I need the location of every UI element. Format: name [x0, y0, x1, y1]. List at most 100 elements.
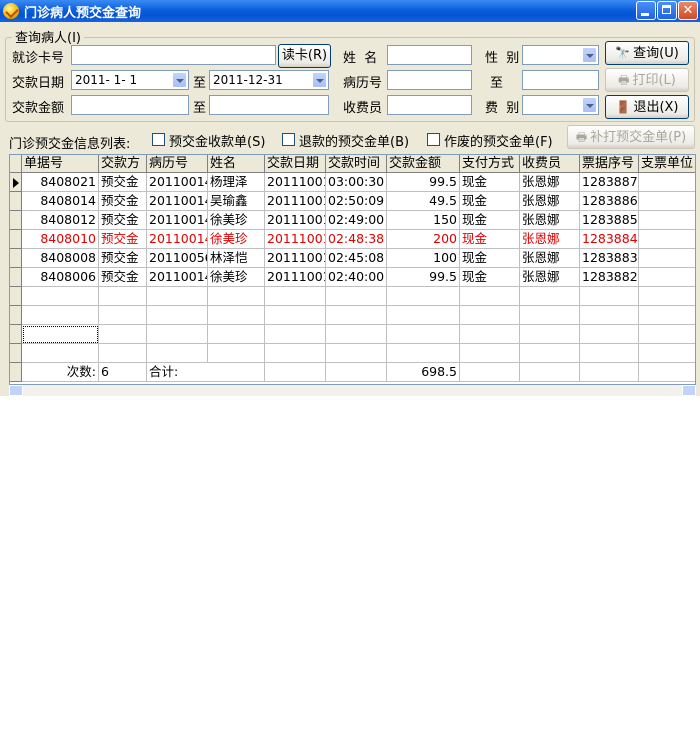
gender-select[interactable]: [522, 45, 599, 65]
empty-cell[interactable]: [265, 325, 326, 344]
table-cell[interactable]: 张恩娜: [520, 211, 580, 230]
reprint-button[interactable]: 🖶 补打预交金单(P): [567, 125, 695, 149]
table-cell[interactable]: 预交金: [99, 211, 147, 230]
table-cell[interactable]: 20111001: [265, 268, 326, 287]
table-cell[interactable]: 林泽恺: [208, 249, 265, 268]
empty-cell[interactable]: [147, 287, 208, 306]
table-cell[interactable]: 20111001: [265, 211, 326, 230]
empty-cell[interactable]: [639, 363, 695, 382]
row-indicator[interactable]: [10, 249, 22, 268]
chevron-down-icon[interactable]: [172, 72, 187, 88]
record-to-input[interactable]: [522, 70, 599, 90]
table-cell[interactable]: 张恩娜: [520, 230, 580, 249]
empty-cell[interactable]: [387, 325, 460, 344]
empty-cell[interactable]: [208, 306, 265, 325]
empty-cell[interactable]: [265, 306, 326, 325]
amount-from-input[interactable]: [71, 95, 189, 115]
empty-cell[interactable]: [326, 344, 387, 363]
table-cell[interactable]: [639, 230, 695, 249]
table-cell[interactable]: 03:00:30: [326, 173, 387, 192]
empty-cell[interactable]: [326, 287, 387, 306]
table-cell[interactable]: 1283883: [580, 249, 639, 268]
empty-cell[interactable]: [639, 344, 695, 363]
table-cell[interactable]: 20111001: [265, 249, 326, 268]
table-cell[interactable]: 02:40:00: [326, 268, 387, 287]
close-button[interactable]: ✕: [678, 1, 698, 20]
table-cell[interactable]: [639, 211, 695, 230]
empty-cell[interactable]: [326, 325, 387, 344]
empty-cell[interactable]: [22, 306, 99, 325]
table-cell[interactable]: 8408021: [22, 173, 99, 192]
empty-cell[interactable]: [265, 363, 326, 382]
filter-prepay-checkbox[interactable]: [152, 133, 165, 146]
table-cell[interactable]: 1283887: [580, 173, 639, 192]
table-cell[interactable]: 吴瑜鑫: [208, 192, 265, 211]
table-cell[interactable]: 20111001: [265, 230, 326, 249]
name-input[interactable]: [387, 45, 472, 65]
table-cell[interactable]: 99.5: [387, 268, 460, 287]
empty-cell[interactable]: [580, 363, 639, 382]
empty-cell[interactable]: [22, 344, 99, 363]
empty-cell[interactable]: [520, 306, 580, 325]
table-cell[interactable]: 现金: [460, 230, 520, 249]
prepayment-grid[interactable]: 单据号 交款方 病历号 姓名 交款日期 交款时间 交款金额 支付方式 收费员 票…: [9, 154, 696, 385]
empty-cell[interactable]: [99, 287, 147, 306]
table-cell[interactable]: 20110014: [147, 268, 208, 287]
search-button[interactable]: 🔭 查询(U): [605, 41, 689, 65]
col-header[interactable]: 交款金额: [387, 155, 460, 173]
empty-cell[interactable]: [326, 306, 387, 325]
empty-cell[interactable]: [520, 344, 580, 363]
col-header[interactable]: 支票单位: [639, 155, 695, 173]
table-cell[interactable]: 99.5: [387, 173, 460, 192]
empty-cell[interactable]: [580, 287, 639, 306]
filter-refund-checkbox[interactable]: [282, 133, 295, 146]
row-indicator[interactable]: [10, 268, 22, 287]
table-cell[interactable]: 预交金: [99, 173, 147, 192]
row-indicator[interactable]: [10, 306, 22, 325]
row-indicator[interactable]: [10, 363, 22, 382]
minimize-button[interactable]: [636, 1, 656, 20]
chevron-down-icon[interactable]: [582, 97, 597, 113]
empty-cell[interactable]: [639, 306, 695, 325]
table-cell[interactable]: 预交金: [99, 268, 147, 287]
table-cell[interactable]: 02:50:09: [326, 192, 387, 211]
table-cell[interactable]: 20110014: [147, 173, 208, 192]
empty-cell[interactable]: [147, 306, 208, 325]
empty-cell[interactable]: [99, 306, 147, 325]
table-cell[interactable]: 20110014: [147, 192, 208, 211]
empty-cell[interactable]: [639, 287, 695, 306]
col-header[interactable]: 票据序号: [580, 155, 639, 173]
empty-cell[interactable]: [460, 363, 520, 382]
table-cell[interactable]: 20110014: [147, 230, 208, 249]
chevron-down-icon[interactable]: [312, 72, 327, 88]
chevron-down-icon[interactable]: [582, 47, 597, 63]
empty-cell[interactable]: [460, 287, 520, 306]
col-header[interactable]: 交款方: [99, 155, 147, 173]
row-indicator[interactable]: [10, 325, 22, 344]
empty-cell[interactable]: [387, 306, 460, 325]
date-to-select[interactable]: 2011-12-31: [209, 70, 329, 90]
horizontal-scrollbar[interactable]: [9, 385, 696, 396]
table-cell[interactable]: 02:45:08: [326, 249, 387, 268]
empty-cell[interactable]: [580, 306, 639, 325]
print-button[interactable]: 🖶 打印(L): [605, 68, 689, 92]
table-cell[interactable]: 02:49:00: [326, 211, 387, 230]
col-header[interactable]: 病历号: [147, 155, 208, 173]
scroll-left-icon[interactable]: [9, 385, 23, 396]
empty-cell[interactable]: [265, 344, 326, 363]
maximize-button[interactable]: [657, 1, 677, 20]
empty-cell[interactable]: [208, 363, 265, 382]
table-cell[interactable]: 张恩娜: [520, 173, 580, 192]
empty-cell[interactable]: [580, 344, 639, 363]
col-header[interactable]: 支付方式: [460, 155, 520, 173]
col-header[interactable]: 交款日期: [265, 155, 326, 173]
empty-cell[interactable]: [460, 344, 520, 363]
table-cell[interactable]: 20111001: [265, 173, 326, 192]
scroll-right-icon[interactable]: [682, 385, 696, 396]
col-header[interactable]: 姓名: [208, 155, 265, 173]
table-cell[interactable]: 20110014: [147, 211, 208, 230]
empty-cell[interactable]: [99, 325, 147, 344]
empty-cell[interactable]: [520, 287, 580, 306]
table-cell[interactable]: [639, 268, 695, 287]
row-indicator[interactable]: [10, 344, 22, 363]
